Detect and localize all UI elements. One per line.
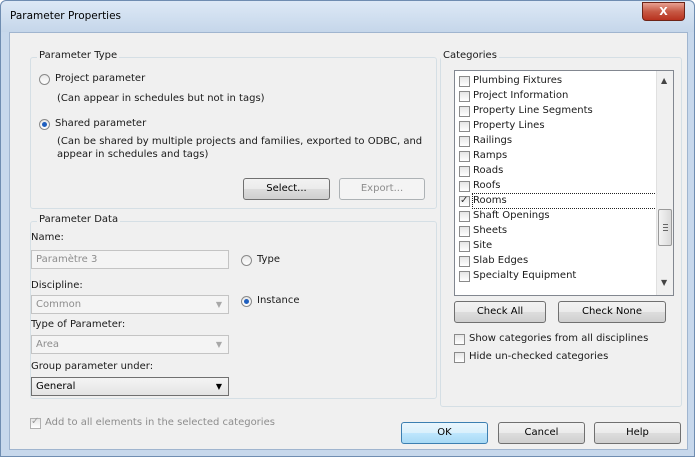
cancel-button[interactable]: Cancel: [498, 422, 585, 444]
list-item[interactable]: Specialty Equipment: [456, 269, 651, 284]
list-item[interactable]: Plumbing Fixtures: [456, 74, 651, 89]
list-item[interactable]: Roads: [456, 164, 651, 179]
list-item[interactable]: Property Lines: [456, 119, 651, 134]
project-parameter-radio[interactable]: [39, 74, 50, 85]
category-checkbox[interactable]: [459, 136, 470, 147]
shared-parameter-radio[interactable]: [39, 119, 50, 130]
parameter-properties-dialog: Parameter Properties X Parameter Type Pr…: [0, 0, 695, 457]
name-label: Name:: [31, 232, 64, 243]
shared-parameter-description-line1: (Can be shared by multiple projects and …: [57, 136, 423, 147]
hide-unchecked-label[interactable]: Hide un-checked categories: [469, 351, 608, 362]
add-to-all-checkbox[interactable]: [30, 416, 41, 429]
discipline-dropdown[interactable]: Common ▼: [31, 295, 229, 314]
export-button[interactable]: Export...: [339, 178, 425, 200]
list-item[interactable]: Property Line Segments: [456, 104, 651, 119]
group-under-value: General: [36, 381, 76, 392]
instance-radio-label[interactable]: Instance: [257, 295, 300, 306]
title-bar[interactable]: Parameter Properties X: [1, 1, 694, 32]
category-checkbox[interactable]: [459, 226, 470, 237]
categories-label: Categories: [441, 50, 499, 61]
dialog-body: Parameter Type Project parameter (Can ap…: [9, 32, 688, 450]
category-checkbox[interactable]: [459, 211, 470, 222]
type-of-parameter-label: Type of Parameter:: [31, 319, 126, 330]
categories-list[interactable]: Plumbing Fixtures Project Information Pr…: [454, 70, 674, 296]
help-button[interactable]: Help: [594, 422, 681, 444]
category-checkbox[interactable]: [459, 76, 470, 87]
check-all-button[interactable]: Check All: [454, 301, 546, 323]
list-item[interactable]: Railings: [456, 134, 651, 149]
list-item[interactable]: Slab Edges: [456, 254, 651, 269]
show-all-disciplines-checkbox[interactable]: [454, 334, 465, 345]
window-title: Parameter Properties: [10, 10, 122, 22]
scroll-down-arrow-icon[interactable]: ▼: [661, 278, 667, 287]
project-parameter-description: (Can appear in schedules but not in tags…: [57, 93, 265, 104]
parameter-data-group: Parameter Data Name: Paramètre 3 Type Di…: [30, 214, 437, 399]
add-to-all-label[interactable]: Add to all elements in the selected cate…: [45, 417, 275, 428]
grip-icon: [663, 224, 668, 231]
category-checkbox[interactable]: [459, 121, 470, 132]
select-button[interactable]: Select...: [243, 178, 330, 200]
category-checkbox[interactable]: [459, 271, 470, 282]
list-item[interactable]: Rooms: [456, 193, 673, 209]
category-checkbox[interactable]: [459, 151, 470, 162]
type-radio-label[interactable]: Type: [257, 254, 280, 265]
category-checkbox[interactable]: [459, 256, 470, 267]
group-under-label: Group parameter under:: [31, 361, 154, 372]
project-parameter-label[interactable]: Project parameter: [55, 73, 145, 84]
list-item[interactable]: Ramps: [456, 149, 651, 164]
chevron-down-icon: ▼: [215, 382, 222, 391]
hide-unchecked-checkbox[interactable]: [454, 352, 465, 363]
list-item[interactable]: Sheets: [456, 224, 651, 239]
category-checkbox[interactable]: [459, 194, 470, 208]
type-of-parameter-value: Area: [36, 339, 60, 350]
shared-parameter-description-line2: appear in schedules and tags): [57, 149, 209, 160]
check-none-button[interactable]: Check None: [558, 301, 666, 323]
discipline-label: Discipline:: [31, 280, 83, 291]
instance-radio[interactable]: [241, 296, 252, 307]
scroll-up-arrow-icon[interactable]: ▲: [661, 76, 667, 85]
list-item[interactable]: Project Information: [456, 89, 651, 104]
list-item[interactable]: Site: [456, 239, 651, 254]
category-checkbox[interactable]: [459, 91, 470, 102]
chevron-down-icon: ▼: [215, 300, 222, 309]
list-item[interactable]: Shaft Openings: [456, 209, 651, 224]
parameter-type-group: Parameter Type Project parameter (Can ap…: [30, 50, 437, 209]
type-of-parameter-dropdown[interactable]: Area ▼: [31, 335, 229, 354]
parameter-type-label: Parameter Type: [37, 50, 120, 61]
parameter-data-label: Parameter Data: [37, 214, 121, 225]
discipline-value: Common: [36, 299, 82, 310]
name-field[interactable]: Paramètre 3: [31, 250, 229, 269]
shared-parameter-label[interactable]: Shared parameter: [55, 118, 146, 129]
close-icon: X: [659, 5, 668, 18]
list-item[interactable]: Roofs: [456, 179, 651, 194]
category-checkbox[interactable]: [459, 181, 470, 192]
scroll-thumb[interactable]: [658, 209, 672, 246]
ok-button[interactable]: OK: [401, 422, 488, 444]
category-checkbox[interactable]: [459, 241, 470, 252]
show-all-disciplines-label[interactable]: Show categories from all disciplines: [469, 333, 648, 344]
type-radio[interactable]: [241, 255, 252, 266]
close-button[interactable]: X: [642, 2, 685, 21]
category-checkbox[interactable]: [459, 166, 470, 177]
group-under-dropdown[interactable]: General ▼: [31, 377, 229, 396]
chevron-down-icon: ▼: [215, 340, 222, 349]
category-checkbox[interactable]: [459, 106, 470, 117]
categories-scrollbar[interactable]: ▲ ▼: [656, 71, 673, 295]
